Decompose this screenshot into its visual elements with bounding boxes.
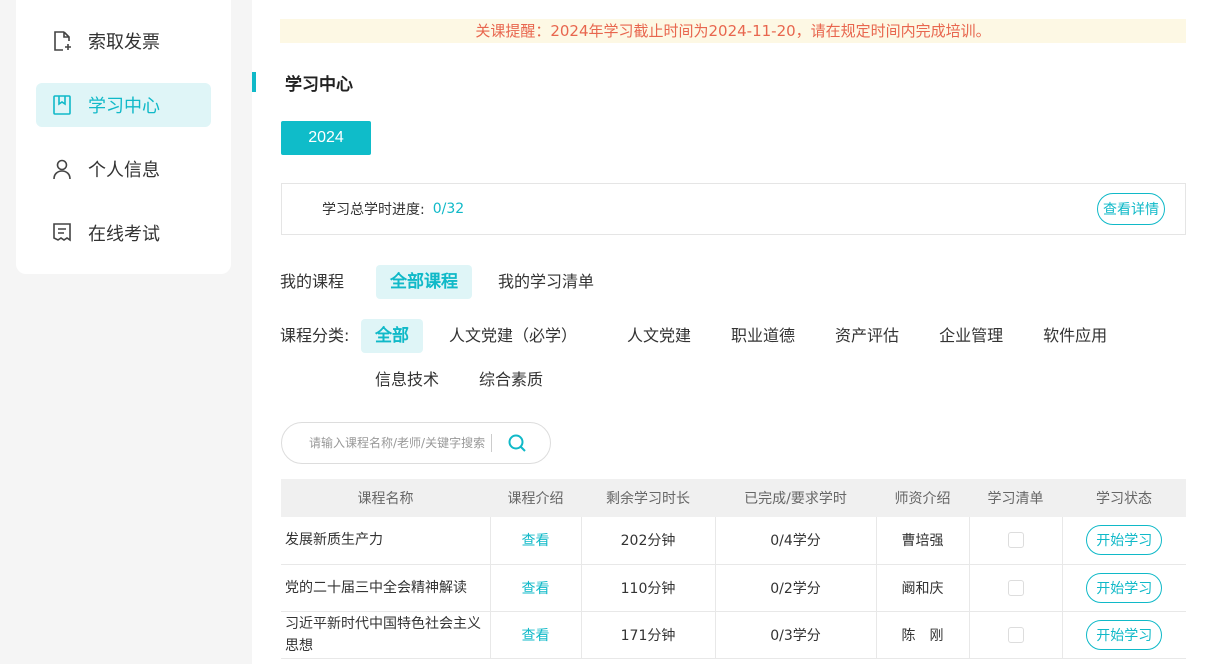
table-row: 发展新质生产力 查看 202分钟 0/4学分 曹培强 开始学习 xyxy=(281,517,1186,565)
tab-all-courses[interactable]: 全部课程 xyxy=(376,265,473,299)
category-professional-ethics[interactable]: 职业道德 xyxy=(717,319,809,353)
page-title: 学习中心 xyxy=(285,74,353,95)
column-header: 师资介绍 xyxy=(876,479,969,517)
status-cell: 开始学习 xyxy=(1062,517,1186,565)
sidebar-item-label: 学习中心 xyxy=(88,96,160,117)
category-software-application[interactable]: 软件应用 xyxy=(1029,319,1121,353)
course-table: 课程名称 课程介绍 剩余学习时长 已完成/要求学时 师资介绍 学习清单 学习状态… xyxy=(281,479,1186,659)
table-row: 党的二十届三中全会精神解读 查看 110分钟 0/2学分 阚和庆 开始学习 xyxy=(281,564,1186,612)
category-party-building[interactable]: 人文党建 xyxy=(613,319,705,353)
completed-credits: 0/3学分 xyxy=(715,611,877,659)
category-row: 信息技术 综合素质 xyxy=(361,363,569,397)
course-name: 发展新质生产力 xyxy=(281,517,491,565)
section-title: 学习中心 xyxy=(252,72,353,95)
teacher-name[interactable]: 阚和庆 xyxy=(876,564,970,612)
remaining-time: 202分钟 xyxy=(581,517,716,565)
invoice-icon xyxy=(50,29,74,53)
search-icon[interactable] xyxy=(506,432,528,454)
category-comprehensive-quality[interactable]: 综合素质 xyxy=(465,363,557,397)
column-header: 学习状态 xyxy=(1062,479,1186,517)
view-intro-link[interactable]: 查看 xyxy=(490,517,582,565)
search-input[interactable] xyxy=(309,436,487,450)
column-header: 课程名称 xyxy=(281,479,490,517)
category-enterprise-management[interactable]: 企业管理 xyxy=(925,319,1017,353)
study-list-cell xyxy=(969,517,1063,565)
course-search xyxy=(281,422,551,464)
column-header: 已完成/要求学时 xyxy=(715,479,876,517)
column-header: 学习清单 xyxy=(969,479,1062,517)
teacher-name[interactable]: 陈 刚 xyxy=(876,611,970,659)
search-divider xyxy=(491,434,492,452)
year-button[interactable]: 2024 xyxy=(281,121,371,155)
category-asset-evaluation[interactable]: 资产评估 xyxy=(821,319,913,353)
view-intro-link[interactable]: 查看 xyxy=(490,611,582,659)
exam-icon xyxy=(50,221,74,245)
table-row: 习近平新时代中国特色社会主义思想 查看 171分钟 0/3学分 陈 刚 开始学习 xyxy=(281,611,1186,659)
category-information-technology[interactable]: 信息技术 xyxy=(361,363,453,397)
start-learning-button[interactable]: 开始学习 xyxy=(1086,572,1163,603)
sidebar-item-label: 个人信息 xyxy=(88,160,160,181)
progress-value: 0/32 xyxy=(432,201,465,217)
tab-my-courses[interactable]: 我的课程 xyxy=(280,265,358,299)
sidebar-item-invoice[interactable]: 索取发票 xyxy=(36,19,211,63)
completed-credits: 0/2学分 xyxy=(715,564,877,612)
sidebar-item-label: 索取发票 xyxy=(88,32,160,53)
category-row: 全部 人文党建（必学） 人文党建 职业道德 资产评估 企业管理 软件应用 xyxy=(361,319,1133,353)
category-party-building-required[interactable]: 人文党建（必学） xyxy=(435,319,591,353)
bookmark-book-icon xyxy=(50,93,74,117)
view-details-button[interactable]: 查看详情 xyxy=(1097,193,1165,225)
study-list-checkbox[interactable] xyxy=(1007,626,1024,643)
learning-progress-box: 学习总学时进度: 0/32 查看详情 xyxy=(281,183,1186,235)
teacher-name[interactable]: 曹培强 xyxy=(876,517,970,565)
status-cell: 开始学习 xyxy=(1062,564,1186,612)
course-name: 党的二十届三中全会精神解读 xyxy=(281,564,491,612)
remaining-time: 171分钟 xyxy=(581,611,716,659)
remaining-time: 110分钟 xyxy=(581,564,716,612)
start-learning-button[interactable]: 开始学习 xyxy=(1086,525,1163,556)
study-list-checkbox[interactable] xyxy=(1007,579,1024,596)
category-all[interactable]: 全部 xyxy=(361,319,423,353)
course-closing-notice: 关课提醒：2024年学习截止时间为2024-11-20，请在规定时间内完成培训。 xyxy=(280,19,1186,43)
column-header: 剩余学习时长 xyxy=(581,479,715,517)
main-panel: 关课提醒：2024年学习截止时间为2024-11-20，请在规定时间内完成培训。… xyxy=(252,0,1207,664)
course-tabs: 我的课程 全部课程 我的学习清单 xyxy=(280,265,620,299)
sidebar: 索取发票 学习中心 个人信息 在线考试 xyxy=(16,0,231,274)
category-label: 课程分类: xyxy=(280,326,350,345)
sidebar-item-personal-info[interactable]: 个人信息 xyxy=(36,147,211,191)
section-title-bar xyxy=(252,72,256,92)
sidebar-item-learning-center[interactable]: 学习中心 xyxy=(36,83,211,127)
start-learning-button[interactable]: 开始学习 xyxy=(1086,619,1163,650)
study-list-checkbox[interactable] xyxy=(1007,532,1024,549)
study-list-cell xyxy=(969,564,1063,612)
course-name: 习近平新时代中国特色社会主义思想 xyxy=(281,611,491,659)
status-cell: 开始学习 xyxy=(1062,611,1186,659)
tab-my-study-list[interactable]: 我的学习清单 xyxy=(484,265,608,299)
table-header-row: 课程名称 课程介绍 剩余学习时长 已完成/要求学时 师资介绍 学习清单 学习状态 xyxy=(281,479,1186,517)
sidebar-item-online-exam[interactable]: 在线考试 xyxy=(36,211,211,255)
user-icon xyxy=(50,157,74,181)
column-header: 课程介绍 xyxy=(490,479,581,517)
progress-label: 学习总学时进度: xyxy=(322,202,425,218)
study-list-cell xyxy=(969,611,1063,659)
view-intro-link[interactable]: 查看 xyxy=(490,564,582,612)
completed-credits: 0/4学分 xyxy=(715,517,877,565)
sidebar-item-label: 在线考试 xyxy=(88,224,160,245)
